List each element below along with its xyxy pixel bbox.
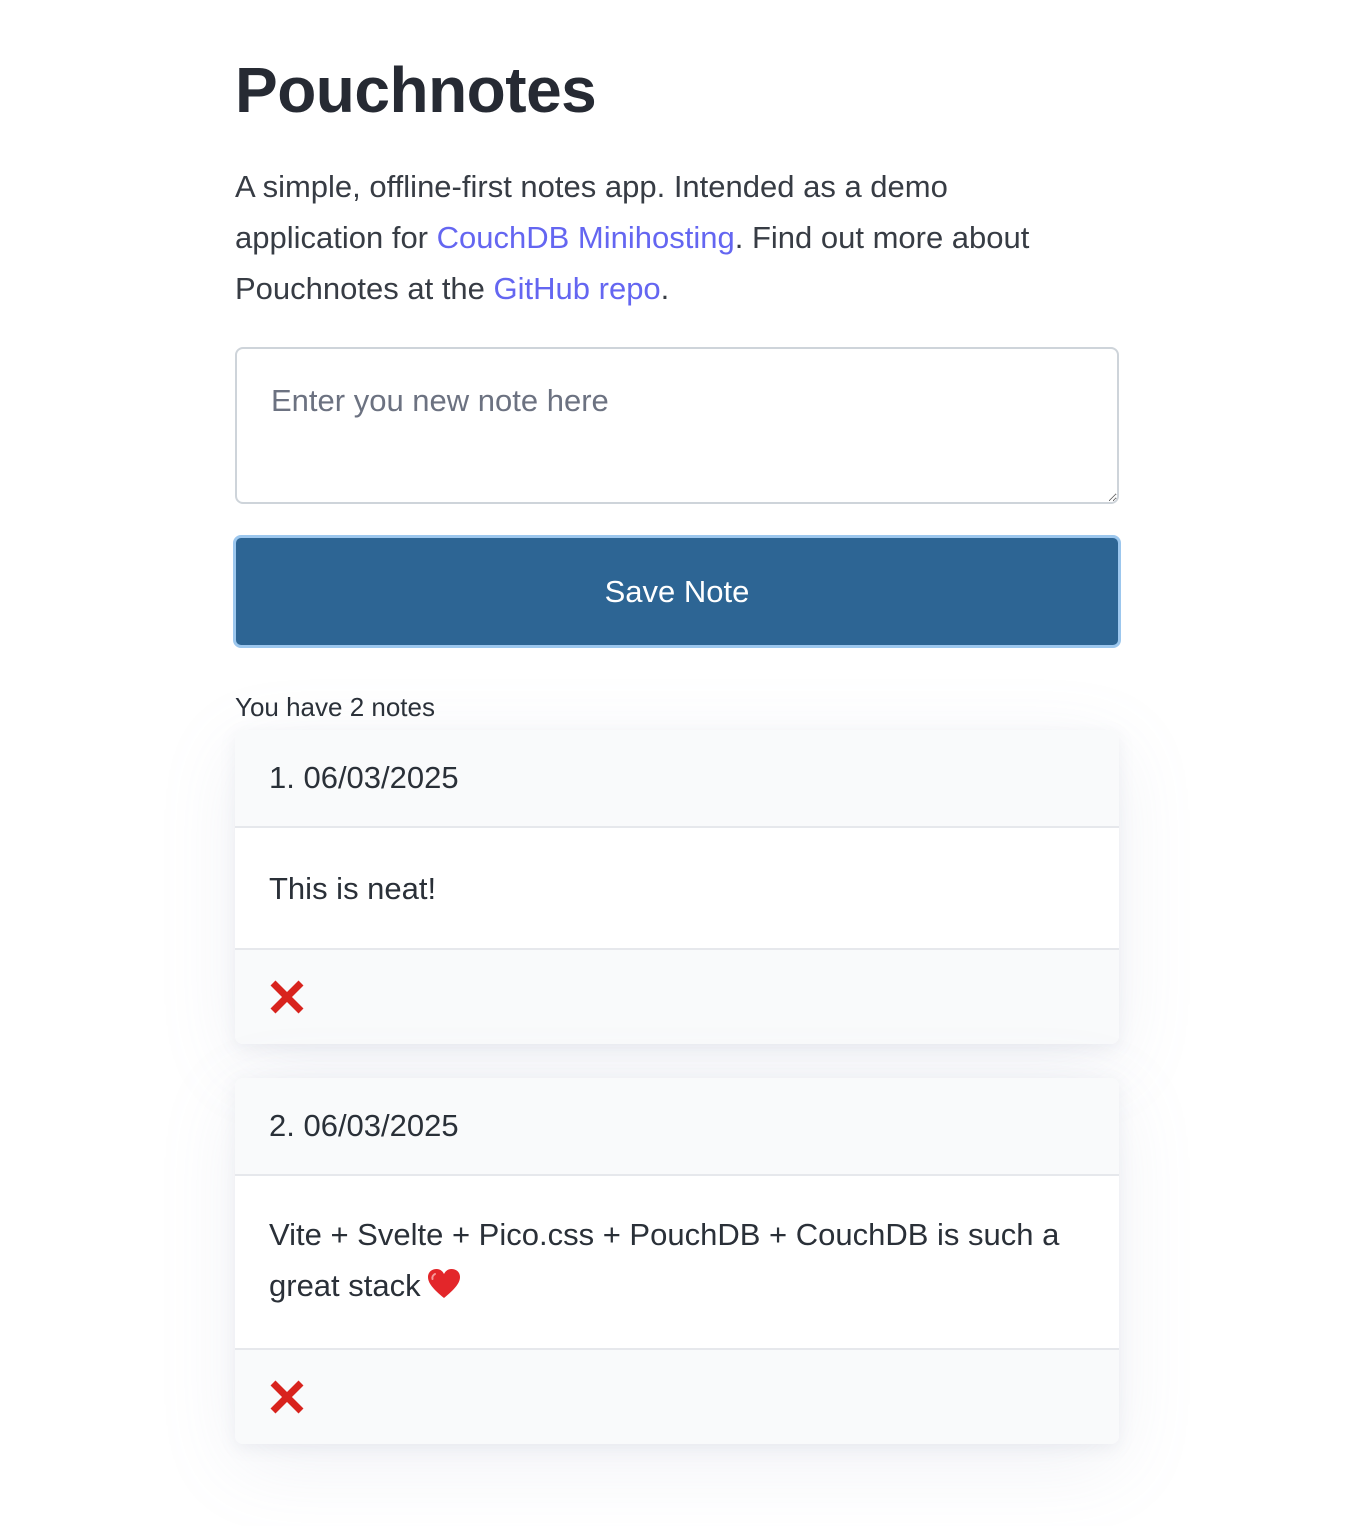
note-text-wrapper: Vite + Svelte + Pico.css + PouchDB + Cou… [269, 1209, 1085, 1315]
page-title: Pouchnotes [235, 54, 597, 126]
note-footer [235, 1348, 1119, 1444]
notes-count: You have 2 notes [235, 692, 435, 722]
note-header: 2. 06/03/2025 [235, 1078, 1119, 1176]
note-text: This is neat! [269, 870, 437, 906]
heart-icon [427, 1264, 461, 1315]
note-body: Vite + Svelte + Pico.css + PouchDB + Cou… [235, 1176, 1119, 1348]
note-footer [235, 948, 1119, 1044]
note-header: 1. 06/03/2025 [235, 730, 1119, 828]
github-repo-link[interactable]: GitHub repo [494, 271, 661, 306]
cross-mark-icon [270, 980, 304, 1014]
note-card: 1. 06/03/2025 This is neat! [235, 730, 1119, 1044]
note-body: This is neat! [235, 828, 1119, 948]
couchdb-minihosting-link[interactable]: CouchDB Minihosting [437, 220, 735, 255]
note-card: 2. 06/03/2025 Vite + Svelte + Pico.css +… [235, 1078, 1119, 1444]
cross-mark-icon [270, 1380, 304, 1414]
intro-text-part: . [660, 271, 670, 306]
save-note-button[interactable]: Save Note [233, 535, 1121, 648]
delete-note-button[interactable] [267, 1377, 307, 1417]
intro-text: A simple, offline-first notes app. Inten… [235, 161, 1055, 314]
note-text: Vite + Svelte + Pico.css + PouchDB + Cou… [269, 1217, 1060, 1303]
new-note-input[interactable] [235, 347, 1119, 504]
delete-note-button[interactable] [267, 977, 307, 1017]
